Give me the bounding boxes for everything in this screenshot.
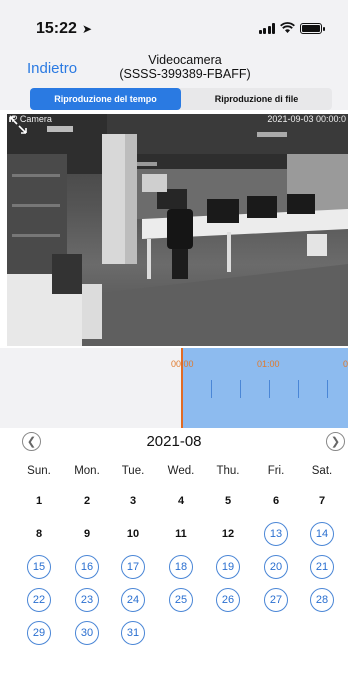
calendar-day[interactable]: 4: [169, 489, 193, 513]
calendar-day[interactable]: 29: [27, 621, 51, 645]
chevron-left-icon[interactable]: ❮: [22, 432, 41, 451]
chevron-right-icon[interactable]: ❯: [326, 432, 345, 451]
calendar-day[interactable]: 16: [75, 555, 99, 579]
page-title-line2: (SSSS-399389-FBAFF): [119, 67, 251, 81]
calendar-day[interactable]: 28: [310, 588, 334, 612]
timeline-tick: [298, 380, 299, 398]
weekday-label: Mon.: [74, 465, 100, 477]
timeline-tick: [327, 380, 328, 398]
calendar-month: 2021-08: [146, 433, 202, 450]
tab-time-playback[interactable]: Riproduzione del tempo: [30, 88, 181, 110]
weekday-label: Sat.: [311, 465, 333, 477]
tab-file-playback[interactable]: Riproduzione di file: [181, 88, 332, 110]
calendar-day[interactable]: 19: [216, 555, 240, 579]
calendar-day[interactable]: 25: [169, 588, 193, 612]
calendar-day[interactable]: 14: [310, 522, 334, 546]
timeline-label: 01:00: [257, 359, 280, 369]
playhead-needle[interactable]: [181, 348, 183, 428]
status-time: 15:22: [36, 20, 77, 37]
calendar-day[interactable]: 8: [27, 522, 51, 546]
calendar-day[interactable]: 11: [169, 522, 193, 546]
page-title: Videocamera (SSSS-399389-FBAFF): [90, 53, 280, 81]
status-bar: 15:22 ➤: [0, 0, 348, 56]
calendar-day[interactable]: 21: [310, 555, 334, 579]
calendar-day[interactable]: 17: [121, 555, 145, 579]
calendar-day[interactable]: 24: [121, 588, 145, 612]
calendar-day[interactable]: 7: [310, 489, 334, 513]
wifi-icon: [280, 22, 295, 33]
weekday-label: Thu.: [216, 465, 240, 477]
timeline-tick: [211, 380, 212, 398]
nav-bar: Indietro Videocamera (SSSS-399389-FBAFF): [0, 53, 348, 88]
weekday-label: Sun.: [27, 465, 51, 477]
back-button[interactable]: Indietro: [27, 60, 77, 77]
page-title-line1: Videocamera: [148, 53, 222, 67]
timeline-label-partial: 0: [343, 359, 348, 369]
calendar-day[interactable]: 13: [264, 522, 288, 546]
calendar-day[interactable]: 30: [75, 621, 99, 645]
weekday-label: Wed.: [167, 465, 195, 477]
calendar-day[interactable]: 6: [264, 489, 288, 513]
calendar-day[interactable]: 22: [27, 588, 51, 612]
weekday-label: Tue.: [121, 465, 145, 477]
calendar-day[interactable]: 1: [27, 489, 51, 513]
camera-timestamp: 2021-09-03 00:00:0: [267, 114, 346, 124]
signal-bars-icon: [258, 22, 275, 34]
status-icons: [258, 22, 325, 34]
calendar-day[interactable]: 31: [121, 621, 145, 645]
playback-timeline[interactable]: 00:00 01:00 0: [0, 348, 348, 428]
camera-feed[interactable]: IP Camera 2021-09-03 00:00:0: [7, 114, 348, 346]
calendar-day[interactable]: 26: [216, 588, 240, 612]
calendar-day[interactable]: 27: [264, 588, 288, 612]
calendar-day[interactable]: 2: [75, 489, 99, 513]
camera-scene: [7, 114, 348, 346]
location-arrow-icon: ➤: [82, 22, 93, 36]
battery-icon: [300, 23, 325, 34]
expand-icon[interactable]: [7, 114, 29, 136]
tab-bar: Riproduzione del tempo Riproduzione di f…: [0, 88, 348, 110]
calendar-day[interactable]: 12: [216, 522, 240, 546]
calendar-day[interactable]: 20: [264, 555, 288, 579]
timeline-tick: [240, 380, 241, 398]
segmented-control: Riproduzione del tempo Riproduzione di f…: [30, 88, 332, 110]
calendar-day[interactable]: 18: [169, 555, 193, 579]
calendar-day[interactable]: 15: [27, 555, 51, 579]
calendar-day[interactable]: 3: [121, 489, 145, 513]
calendar-day[interactable]: 10: [121, 522, 145, 546]
calendar-day[interactable]: 9: [75, 522, 99, 546]
calendar-day[interactable]: 5: [216, 489, 240, 513]
calendar-day[interactable]: 23: [75, 588, 99, 612]
calendar-header: ❮ 2021-08 ❯: [0, 432, 348, 454]
weekday-label: Fri.: [267, 465, 285, 477]
timeline-tick: [269, 380, 270, 398]
